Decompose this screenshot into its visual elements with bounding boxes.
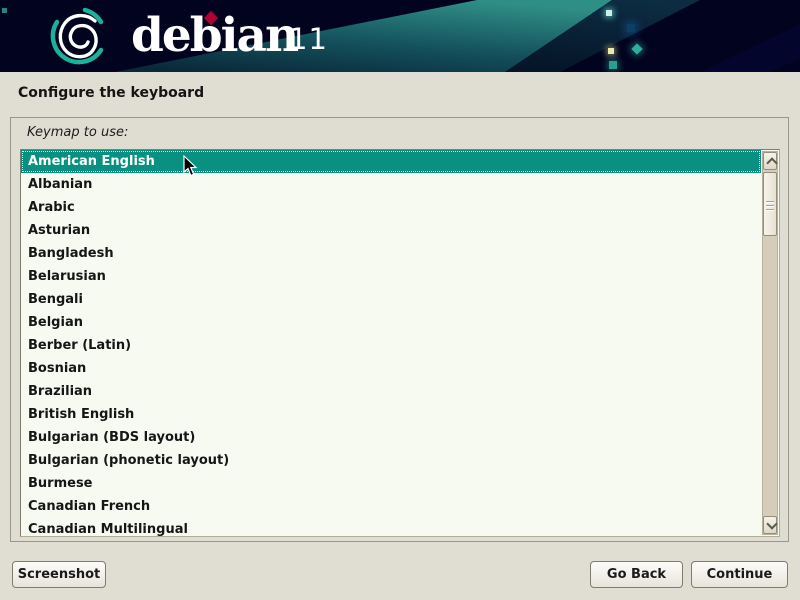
screenshot-button[interactable]: Screenshot bbox=[12, 561, 106, 588]
list-item[interactable]: Arabic bbox=[21, 196, 761, 219]
list-item[interactable]: Belgian bbox=[21, 311, 761, 334]
list-item[interactable]: Bosnian bbox=[21, 357, 761, 380]
confetti-square bbox=[608, 48, 614, 54]
continue-button[interactable]: Continue bbox=[691, 561, 788, 588]
chevron-up-icon bbox=[766, 157, 777, 168]
brand-version: 11 bbox=[289, 22, 328, 56]
banner: debian 11 bbox=[0, 0, 800, 72]
confetti-square bbox=[606, 10, 612, 16]
list-item[interactable]: Bulgarian (BDS layout) bbox=[21, 426, 761, 449]
confetti-square bbox=[627, 24, 635, 32]
list-item[interactable]: Belarusian bbox=[21, 265, 761, 288]
list-item[interactable]: Albanian bbox=[21, 173, 761, 196]
scrollbar-thumb[interactable] bbox=[763, 172, 777, 236]
chevron-down-icon bbox=[766, 518, 777, 529]
list-item[interactable]: Bulgarian (phonetic layout) bbox=[21, 449, 761, 472]
list-item[interactable]: Burmese bbox=[21, 472, 761, 495]
scrollbar-grip bbox=[766, 201, 774, 213]
vertical-scrollbar[interactable] bbox=[762, 151, 778, 535]
list-item[interactable]: British English bbox=[21, 403, 761, 426]
scroll-down-button[interactable] bbox=[763, 516, 777, 534]
go-back-button[interactable]: Go Back bbox=[590, 561, 683, 588]
list-item[interactable]: Canadian French bbox=[21, 495, 761, 518]
list-item[interactable]: Canadian Multilingual bbox=[21, 518, 761, 537]
list-item[interactable]: Asturian bbox=[21, 219, 761, 242]
keymap-label: Keymap to use: bbox=[27, 125, 128, 140]
keymap-listbox[interactable]: American English Albanian Arabic Asturia… bbox=[20, 149, 780, 537]
list-item[interactable]: Bangladesh bbox=[21, 242, 761, 265]
list-item[interactable]: Bengali bbox=[21, 288, 761, 311]
installer-window: debian 11 Configure the keyboard Keymap … bbox=[0, 0, 800, 600]
banner-artwork bbox=[0, 0, 800, 72]
confetti-square bbox=[2, 8, 7, 13]
keymap-rows: American English Albanian Arabic Asturia… bbox=[21, 150, 761, 537]
confetti-square bbox=[609, 61, 617, 69]
debian-swirl-logo bbox=[46, 5, 110, 69]
brand-wordmark: debian bbox=[131, 2, 297, 70]
page-title: Configure the keyboard bbox=[18, 85, 204, 101]
scroll-up-button[interactable] bbox=[763, 152, 777, 170]
list-item[interactable]: Berber (Latin) bbox=[21, 334, 761, 357]
mouse-cursor-icon bbox=[183, 155, 199, 177]
list-item-american-english[interactable]: American English bbox=[21, 150, 761, 173]
list-item[interactable]: Brazilian bbox=[21, 380, 761, 403]
